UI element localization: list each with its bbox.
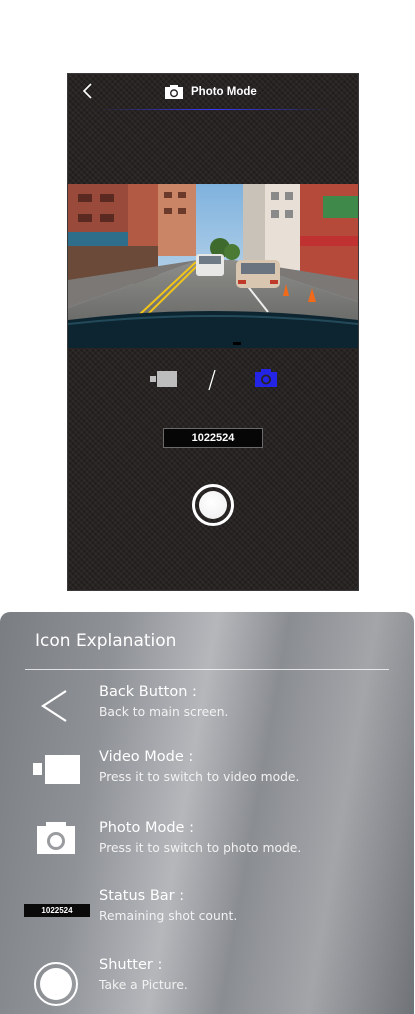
shutter-button[interactable] bbox=[192, 484, 234, 526]
status-bar-sample: 1022524 bbox=[24, 904, 90, 917]
photo-mode-button[interactable] bbox=[254, 368, 278, 388]
item-desc: Back to main screen. bbox=[99, 705, 229, 719]
icon-explanation-panel: Icon Explanation Back Button : Back to m… bbox=[0, 612, 414, 1014]
camera-app-screen: Photo Mode 1022524 bbox=[67, 73, 359, 591]
page-title-label: Photo Mode bbox=[191, 86, 257, 98]
mode-switch bbox=[68, 366, 358, 394]
camera-preview bbox=[68, 184, 358, 348]
title-underline bbox=[96, 109, 332, 110]
item-desc: Press it to switch to video mode. bbox=[99, 770, 300, 784]
panel-divider bbox=[25, 669, 389, 670]
chevron-left-icon bbox=[82, 83, 92, 99]
divider-slash bbox=[208, 369, 216, 391]
item-title: Status Bar : bbox=[99, 888, 185, 904]
item-title: Photo Mode : bbox=[99, 820, 194, 836]
shutter-icon bbox=[34, 962, 78, 1006]
item-title: Video Mode : bbox=[99, 749, 194, 765]
shutter-button-icon bbox=[199, 491, 227, 519]
explanation-item-shutter: Shutter : Take a Picture. bbox=[0, 957, 414, 1006]
camera-icon bbox=[37, 822, 75, 854]
explanation-item-photo: Photo Mode : Press it to switch to photo… bbox=[0, 820, 414, 868]
page-title: Photo Mode bbox=[164, 83, 257, 101]
status-bar-icon: 1022524 bbox=[0, 888, 100, 936]
item-title: Shutter : bbox=[99, 957, 163, 973]
camera-icon bbox=[165, 85, 183, 99]
video-camera-icon bbox=[150, 371, 177, 387]
top-bar: Photo Mode bbox=[68, 74, 358, 110]
item-desc: Take a Picture. bbox=[99, 978, 188, 992]
panel-title: Icon Explanation bbox=[35, 631, 177, 651]
chevron-left-icon bbox=[40, 690, 67, 722]
video-camera-icon bbox=[33, 755, 80, 784]
status-bar: 1022524 bbox=[163, 428, 263, 448]
explanation-item-video: Video Mode : Press it to switch to video… bbox=[0, 749, 414, 797]
item-title: Back Button : bbox=[99, 684, 197, 700]
explanation-item-status: 1022524 Status Bar : Remaining shot coun… bbox=[0, 888, 414, 936]
explanation-item-back: Back Button : Back to main screen. bbox=[0, 684, 414, 732]
item-desc: Remaining shot count. bbox=[99, 909, 238, 923]
item-desc: Press it to switch to photo mode. bbox=[99, 841, 302, 855]
video-mode-button[interactable] bbox=[150, 371, 178, 387]
camera-icon bbox=[255, 369, 277, 387]
back-button[interactable] bbox=[78, 80, 98, 102]
